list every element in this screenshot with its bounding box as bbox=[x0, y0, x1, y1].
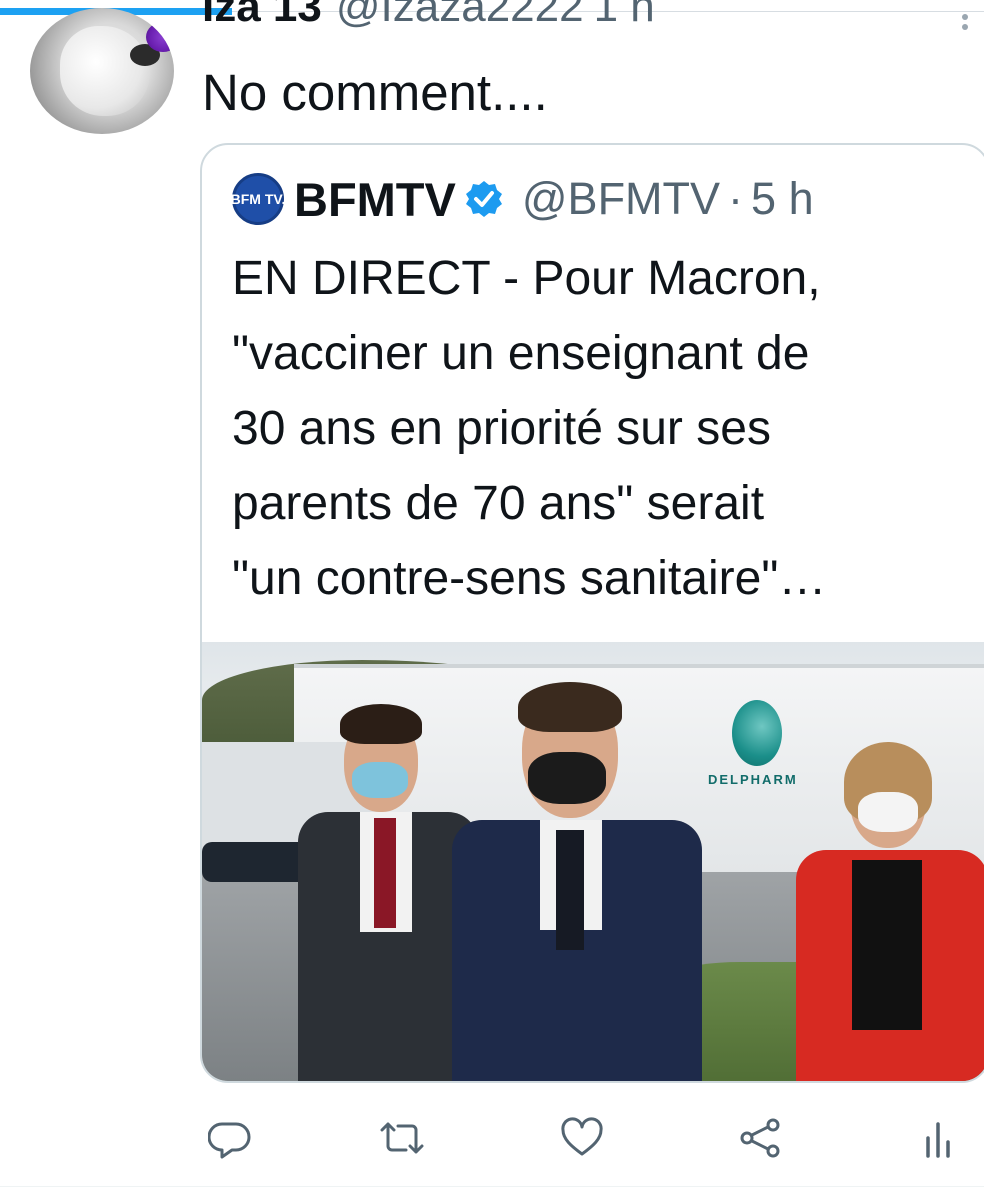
tweet-page: Iza 13 @Izaza2222 1 h No comment.... BFM T… bbox=[0, 0, 984, 1200]
photo-person-left bbox=[298, 702, 478, 1081]
dot-separator: · bbox=[728, 173, 744, 224]
person-top bbox=[852, 860, 922, 1030]
like-icon bbox=[561, 1117, 603, 1156]
share-button[interactable] bbox=[730, 1108, 790, 1168]
avatar-dog-face bbox=[60, 26, 150, 116]
person-mask bbox=[352, 762, 408, 798]
person-tie bbox=[556, 830, 584, 950]
quoted-author-name[interactable]: BFMTV bbox=[294, 172, 456, 227]
person-hair bbox=[518, 682, 622, 732]
quoted-text-line: EN DIRECT - Pour Macron, bbox=[232, 252, 821, 305]
photo-person-center bbox=[452, 682, 702, 1081]
quoted-text-line: 30 ans en priorité sur ses bbox=[232, 402, 771, 455]
share-icon bbox=[740, 1118, 780, 1158]
bfmtv-avatar[interactable]: BFM TV. bbox=[231, 173, 285, 225]
verified-badge-icon bbox=[465, 181, 502, 217]
tweet-header: Iza 13 @Izaza2222 1 h bbox=[202, 0, 655, 32]
quoted-tweet-header: BFM TV. BFMTV @BFMTV · 5 h bbox=[231, 169, 814, 229]
more-options-icon[interactable] bbox=[962, 14, 978, 38]
analytics-icon bbox=[926, 1122, 950, 1158]
person-tie bbox=[374, 818, 396, 928]
tweet-time[interactable]: 1 h bbox=[594, 0, 655, 31]
person-mask bbox=[528, 752, 606, 804]
person-mask bbox=[858, 792, 918, 832]
tweet-actions bbox=[200, 1108, 984, 1168]
quoted-text-line: "un contre-sens sanitaire"… bbox=[232, 552, 827, 605]
avatar-flower bbox=[146, 22, 174, 52]
quoted-tweet-card[interactable]: BFM TV. BFMTV @BFMTV · 5 h EN DIRECT - P… bbox=[200, 143, 984, 1083]
analytics-button[interactable] bbox=[908, 1108, 968, 1168]
retweet-icon bbox=[380, 1122, 424, 1154]
quoted-text-line: "vacciner un enseignant de bbox=[232, 327, 810, 380]
divider bbox=[0, 1186, 984, 1187]
photo-logo-mark bbox=[732, 700, 782, 766]
photo-sign-text: DELPHARM bbox=[708, 772, 798, 787]
retweet-button[interactable] bbox=[372, 1108, 432, 1168]
like-button[interactable] bbox=[552, 1108, 612, 1168]
quoted-tweet-time[interactable]: 5 h bbox=[751, 173, 814, 225]
reply-button[interactable] bbox=[200, 1108, 260, 1168]
person-hair bbox=[340, 704, 422, 744]
author-name[interactable]: Iza 13 bbox=[202, 0, 322, 31]
tweet-text: No comment.... bbox=[202, 64, 548, 121]
photo-person-right bbox=[796, 742, 984, 1081]
quoted-tweet-photo[interactable]: DELPHARM bbox=[202, 642, 984, 1081]
quoted-author-handle[interactable]: @BFMTV bbox=[522, 173, 720, 225]
quoted-tweet-text: EN DIRECT - Pour Macron, "vacciner un en… bbox=[232, 241, 962, 616]
avatar[interactable] bbox=[30, 8, 174, 134]
quoted-text-line: parents de 70 ans" serait bbox=[232, 477, 765, 530]
reply-icon bbox=[208, 1122, 251, 1159]
author-handle[interactable]: @Izaza2222 bbox=[336, 0, 584, 31]
